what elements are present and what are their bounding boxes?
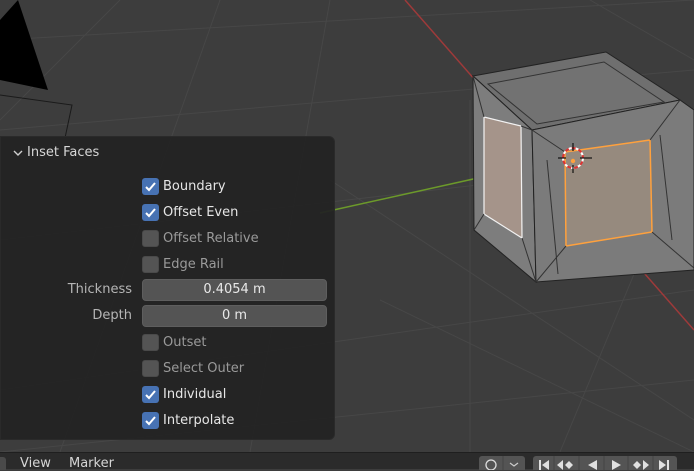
individual-checkbox[interactable] [142,386,159,403]
depth-row: Depth 0 m [1,305,336,327]
interpolate-label: Interpolate [163,413,235,428]
edge-rail-checkbox[interactable] [142,256,159,273]
option-outset[interactable]: Outset [1,332,336,354]
chevron-down-icon[interactable] [11,145,25,159]
select-outer-label: Select Outer [163,361,245,376]
editor-type-button[interactable] [0,457,6,470]
edge-rail-label: Edge Rail [163,257,224,272]
timeline-header: View Marker [0,452,694,471]
boundary-checkbox[interactable] [142,178,159,195]
thickness-label: Thickness [67,282,132,297]
option-interpolate[interactable]: Interpolate [1,410,336,432]
keying-dropdown[interactable] [479,456,525,470]
cube-mesh[interactable] [471,51,694,284]
depth-field[interactable]: 0 m [142,305,327,327]
boundary-label: Boundary [163,179,226,194]
depth-label: Depth [92,308,132,323]
panel-title: Inset Faces [27,144,100,160]
black-object [0,0,48,90]
option-select-outer[interactable]: Select Outer [1,358,336,380]
inset-faces-panel[interactable]: Inset Faces Boundary Offset Even Offset … [0,136,335,440]
individual-label: Individual [163,387,227,402]
offset-even-checkbox[interactable] [142,204,159,221]
outset-checkbox[interactable] [142,334,159,351]
option-edge-rail[interactable]: Edge Rail [1,254,336,276]
option-offset-relative[interactable]: Offset Relative [1,228,336,250]
option-individual[interactable]: Individual [1,384,336,406]
outset-label: Outset [163,335,207,350]
panel-header[interactable]: Inset Faces [11,143,99,161]
chevron-down-icon [509,462,519,467]
offset-even-label: Offset Even [163,205,239,220]
offset-relative-label: Offset Relative [163,231,259,246]
thickness-field[interactable]: 0.4054 m [142,279,327,301]
select-outer-checkbox[interactable] [142,360,159,377]
offset-relative-checkbox[interactable] [142,230,159,247]
playback-controls[interactable] [533,456,677,470]
interpolate-checkbox[interactable] [142,412,159,429]
thickness-row: Thickness 0.4054 m [1,279,336,301]
option-offset-even[interactable]: Offset Even [1,202,336,224]
option-boundary[interactable]: Boundary [1,176,336,198]
object-wire [0,94,73,139]
